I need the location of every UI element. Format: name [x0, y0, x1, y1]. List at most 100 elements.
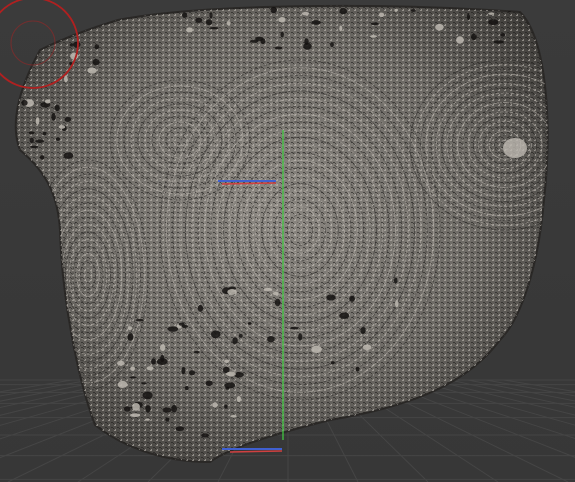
surface-pit: [210, 330, 221, 339]
surface-pit: [181, 366, 186, 375]
surface-pit: [471, 33, 477, 41]
surface-pit: [94, 44, 100, 50]
surface-pit: [212, 402, 218, 408]
surface-pit: [493, 40, 504, 44]
surface-pit: [224, 404, 228, 409]
surface-pit: [162, 407, 172, 413]
surface-pit: [394, 8, 398, 12]
surface-pit: [225, 386, 230, 390]
surface-pit: [467, 13, 471, 21]
surface-pit: [151, 358, 156, 365]
surface-pit: [87, 67, 97, 74]
surface-pit: [195, 17, 203, 23]
surface-pit: [255, 36, 264, 42]
surface-pit: [130, 366, 135, 371]
brush-radius-inner: [10, 20, 56, 66]
surface-pit: [72, 41, 81, 48]
surface-pit: [330, 42, 334, 48]
surface-pit: [410, 9, 416, 12]
surface-pit: [370, 22, 379, 26]
surface-pit: [301, 11, 310, 16]
surface-pit: [44, 99, 51, 104]
surface-pit: [225, 371, 236, 377]
surface-pit: [339, 8, 348, 15]
surface-pit: [117, 380, 128, 388]
surface-pit: [167, 326, 179, 332]
surface-pit: [226, 21, 231, 26]
viewport-canvas[interactable]: [0, 0, 575, 482]
surface-pit: [127, 333, 134, 341]
surface-pit: [181, 324, 189, 328]
surface-pit: [247, 322, 252, 325]
surface-pit: [189, 370, 196, 376]
surface-pit: [488, 12, 495, 15]
surface-pit: [270, 6, 277, 14]
surface-pit: [274, 46, 283, 50]
surface-pit: [290, 326, 299, 330]
surface-pit: [205, 380, 213, 387]
grid-line: [503, 379, 575, 393]
axis-x-base-line: [229, 450, 283, 453]
surface-pit: [330, 361, 335, 365]
surface-pit: [21, 99, 28, 106]
surface-pit: [278, 16, 286, 23]
surface-pit: [123, 406, 131, 412]
surface-pit: [156, 358, 168, 366]
surface-pit: [63, 75, 68, 83]
surface-pit: [184, 385, 189, 391]
surface-pit: [304, 38, 309, 46]
surface-pit: [182, 12, 188, 18]
surface-pit: [171, 404, 178, 413]
surface-pit: [197, 304, 204, 312]
surface-pit: [142, 391, 153, 400]
surface-pit: [311, 345, 322, 354]
surface-pit: [159, 344, 166, 352]
surface-pit: [132, 402, 140, 411]
surface-pit: [58, 125, 66, 129]
surface-pit: [186, 27, 193, 33]
surface-pit: [311, 20, 321, 25]
surface-pit: [280, 31, 284, 38]
surface-pit: [456, 36, 464, 44]
surface-pit: [360, 327, 366, 334]
surface-pit: [175, 426, 185, 432]
surface-pit: [209, 26, 219, 30]
surface-pit: [129, 376, 137, 379]
sculpt-mesh[interactable]: [0, 0, 575, 482]
surface-pit: [127, 326, 133, 331]
surface-pit: [64, 117, 72, 122]
surface-pit: [35, 117, 40, 125]
grid-line: [485, 379, 575, 397]
surface-pit: [355, 366, 360, 372]
surface-pit: [193, 350, 200, 354]
surface-pit: [29, 137, 34, 143]
grid-line: [0, 379, 91, 397]
surface-pit: [227, 289, 237, 296]
surface-pit: [224, 359, 230, 364]
surface-pit: [362, 344, 372, 351]
surface-pit: [39, 155, 45, 160]
surface-pit: [141, 382, 147, 385]
surface-pit: [30, 145, 39, 149]
surface-bump: [503, 138, 527, 158]
surface-pit: [339, 25, 343, 32]
surface-pit: [209, 12, 213, 19]
surface-pit: [54, 104, 60, 112]
surface-pit: [326, 294, 336, 301]
surface-pit: [146, 366, 154, 371]
surface-pit: [28, 131, 35, 135]
surface-pit: [145, 418, 150, 421]
surface-pit: [500, 33, 506, 37]
surface-pit: [379, 12, 385, 18]
surface-pit: [274, 298, 281, 307]
surface-pit: [263, 287, 273, 291]
surface-pit: [51, 112, 56, 121]
grid-line: [0, 379, 73, 393]
surface-pit: [395, 300, 399, 308]
3d-viewport[interactable]: [0, 0, 575, 482]
surface-pit: [230, 415, 237, 418]
surface-pit: [42, 131, 47, 136]
axis-x-line: [221, 182, 277, 185]
surface-pit: [349, 295, 355, 302]
surface-pit: [135, 318, 144, 322]
